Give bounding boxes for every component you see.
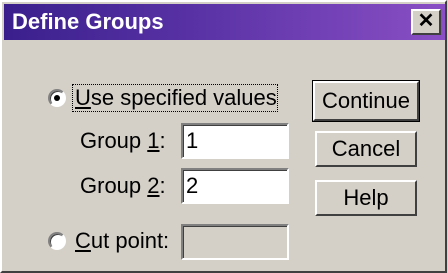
group-1-label: Group 1: <box>80 128 166 153</box>
continue-button[interactable]: Continue <box>312 80 420 122</box>
define-groups-dialog: Define Groups ✕ Use specified values Gro… <box>0 0 447 273</box>
dialog-title: Define Groups <box>12 9 164 34</box>
cancel-button[interactable]: Cancel <box>315 131 417 167</box>
close-button[interactable]: ✕ <box>411 9 441 35</box>
help-button[interactable]: Help <box>315 180 417 216</box>
cut-point-label[interactable]: Cut point: <box>75 228 169 254</box>
close-icon: ✕ <box>417 10 435 32</box>
title-bar: Define Groups ✕ <box>4 4 445 40</box>
radio-selected-dot <box>54 95 60 101</box>
cut-point-radio[interactable] <box>48 232 66 250</box>
use-specified-values-radio[interactable] <box>48 89 66 107</box>
mnemonic-u: U <box>75 85 91 110</box>
group-2-field[interactable]: 2 <box>181 168 289 204</box>
cut-point-field[interactable] <box>181 224 289 260</box>
group-1-field[interactable]: 1 <box>181 123 289 159</box>
group-2-label: Group 2: <box>80 173 166 198</box>
use-specified-values-label[interactable]: Use specified values <box>75 85 277 111</box>
